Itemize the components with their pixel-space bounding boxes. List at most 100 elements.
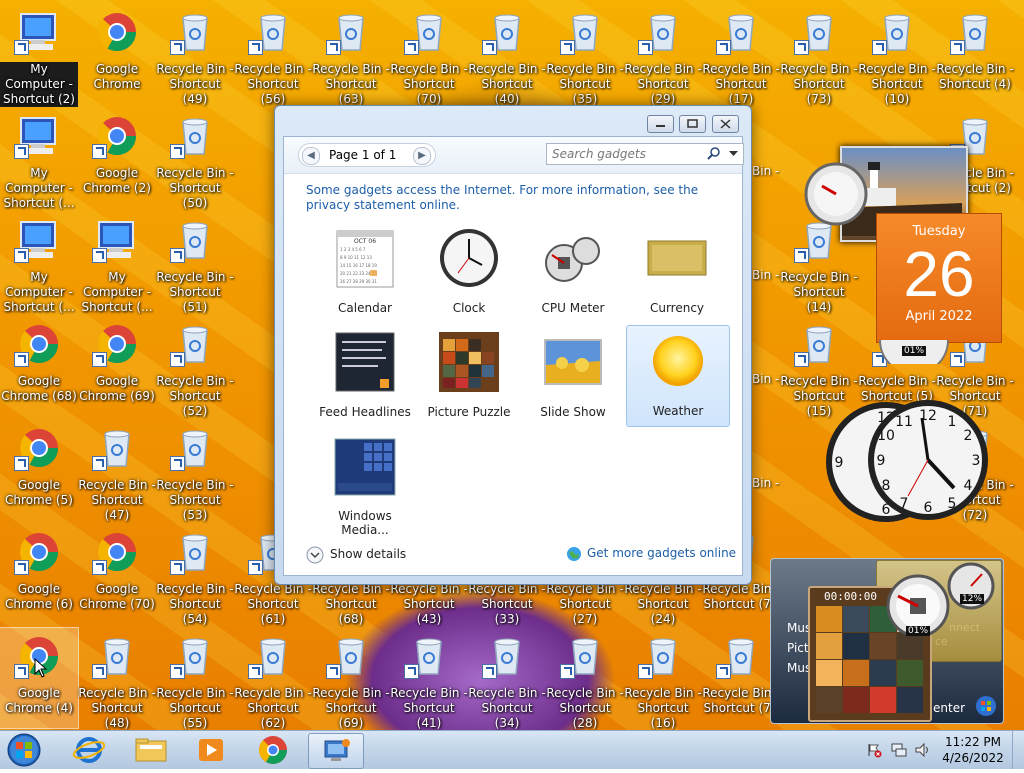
icon-label: Recycle Bin - Shortcut (35) bbox=[546, 62, 624, 106]
desktop-icon-recycle-bin[interactable]: Recycle Bin - Shortcut (53) bbox=[156, 420, 234, 522]
shortcut-arrow-icon bbox=[482, 40, 497, 55]
cpu-meter-gadget-icon[interactable] bbox=[804, 158, 868, 228]
volume-icon[interactable] bbox=[914, 742, 932, 758]
action-center-flag-icon[interactable] bbox=[866, 742, 882, 758]
show-desktop-button[interactable] bbox=[1012, 731, 1024, 769]
desktop-icon-recycle-bin[interactable]: Recycle Bin - Shortcut (56) bbox=[234, 4, 312, 106]
shortcut-arrow-icon bbox=[14, 352, 29, 367]
desktop-icon-recycle-bin[interactable]: Recycle Bin - Shortcut (54) bbox=[156, 524, 234, 626]
gadget-calendar[interactable]: OCT 06 1 2 3 4 5 6 7 8 9 10 11 12 13 14 15 … bbox=[314, 223, 416, 323]
gadget-clock[interactable]: Clock bbox=[418, 223, 520, 323]
desktop[interactable]: My Computer - Shortcut (2) My Computer -… bbox=[0, 0, 1024, 730]
desktop-icon-recycle-bin[interactable]: Recycle Bin - Shortcut (52) bbox=[156, 316, 234, 418]
shortcut-arrow-icon bbox=[794, 40, 809, 55]
desktop-icon-chrome[interactable]: Google Chrome (2) bbox=[78, 108, 156, 208]
previous-page-button[interactable]: ◀ bbox=[302, 147, 320, 165]
gadget-weather[interactable]: Weather bbox=[626, 325, 730, 427]
shortcut-arrow-icon bbox=[170, 40, 185, 55]
shortcut-arrow-icon bbox=[248, 664, 263, 679]
chevron-down-icon[interactable] bbox=[729, 151, 738, 157]
taskbar-internet-explorer[interactable] bbox=[62, 733, 116, 767]
desktop-icon-recycle-bin[interactable]: Recycle Bin - Shortcut (49) bbox=[156, 4, 234, 106]
internet-notice[interactable]: Some gadgets access the Internet. For mo… bbox=[306, 183, 726, 213]
minimize-icon bbox=[656, 125, 665, 127]
minimize-button[interactable] bbox=[647, 115, 674, 133]
desktop-icon-recycle-bin[interactable]: Recycle Bin - Shortcut (62) bbox=[234, 628, 312, 730]
gadget-currency[interactable]: Currency bbox=[626, 223, 728, 323]
restore-button[interactable] bbox=[679, 115, 706, 133]
shortcut-arrow-icon bbox=[794, 248, 809, 263]
gadget-gallery-window[interactable]: ◀ Page 1 of 1 ▶ Search gadgets Some gadg… bbox=[274, 105, 752, 585]
shortcut-arrow-icon bbox=[170, 560, 185, 575]
cpu-meter-gadget[interactable]: 12% bbox=[942, 560, 1000, 610]
start-button[interactable] bbox=[4, 731, 44, 769]
desktop-icon-recycle-bin[interactable]: Recycle Bin - Shortcut (77 bbox=[702, 628, 780, 728]
taskbar-media-player[interactable] bbox=[184, 733, 238, 767]
gadget-cpu-meter[interactable]: CPU Meter bbox=[522, 223, 624, 323]
desktop-icon-recycle-bin[interactable]: Recycle Bin - Shortcut (29) bbox=[624, 4, 702, 106]
desktop-icon-chrome[interactable]: Google Chrome (4) bbox=[0, 627, 79, 729]
desktop-icon-chrome[interactable]: Google Chrome (70) bbox=[78, 524, 156, 624]
globe-icon bbox=[567, 547, 581, 561]
search-icon[interactable] bbox=[707, 147, 721, 161]
search-gadgets-input[interactable]: Search gadgets bbox=[546, 143, 744, 165]
desktop-icon-recycle-bin[interactable]: Recycle Bin - Shortcut (51) bbox=[156, 212, 234, 314]
desktop-icon-chrome[interactable]: Google Chrome (6) bbox=[0, 524, 78, 624]
desktop-icon-recycle-bin[interactable]: Recycle Bin - Shortcut (34) bbox=[468, 628, 546, 730]
desktop-icon-my-computer[interactable]: My Computer - Shortcut (2) bbox=[0, 4, 78, 107]
network-icon[interactable] bbox=[890, 742, 908, 758]
desktop-icon-chrome[interactable]: Google Chrome (5) bbox=[0, 420, 78, 520]
desktop-icon-recycle-bin[interactable]: Recycle Bin - Shortcut (63) bbox=[312, 4, 390, 106]
desktop-icon-recycle-bin[interactable]: Recycle Bin - Shortcut (48) bbox=[78, 628, 156, 730]
desktop-icon-recycle-bin[interactable]: Recycle Bin - Shortcut (40) bbox=[468, 4, 546, 106]
page-label: Page 1 of 1 bbox=[329, 148, 397, 162]
desktop-icon-recycle-bin[interactable]: Recycle Bin - Shortcut (4) bbox=[936, 4, 1014, 104]
desktop-icon-recycle-bin[interactable]: Recycle Bin - Shortcut (35) bbox=[546, 4, 624, 106]
desktop-icon-recycle-bin[interactable]: Recycle Bin - Shortcut (55) bbox=[156, 628, 234, 730]
calendar-gadget[interactable]: Tuesday 26 April 2022 bbox=[876, 213, 1002, 343]
calendar-date: 26 bbox=[903, 238, 975, 310]
desktop-icon-recycle-bin[interactable]: Recycle Bin - Shortcut (50) bbox=[156, 108, 234, 210]
close-button[interactable] bbox=[712, 115, 739, 133]
desktop-icon-recycle-bin[interactable]: Recycle Bin - Shortcut (70) bbox=[390, 4, 468, 106]
shortcut-arrow-icon bbox=[92, 560, 107, 575]
media-player-icon bbox=[199, 739, 223, 761]
desktop-icon-recycle-bin[interactable]: Recycle Bin - Shortcut (73) bbox=[780, 4, 858, 106]
taskbar-desktop-gadgets[interactable] bbox=[308, 733, 364, 769]
gadget-slide-show[interactable]: Slide Show bbox=[522, 327, 624, 427]
gadgets-icon bbox=[324, 739, 350, 761]
icon-label: Recycle Bin - Shortcut (50) bbox=[156, 166, 234, 210]
desktop-icon-my-computer[interactable]: My Computer - Shortcut (... bbox=[0, 212, 78, 314]
desktop-icon-recycle-bin[interactable]: Recycle Bin - Shortcut (47) bbox=[78, 420, 156, 522]
calendar-thumb-month: OCT 06 bbox=[354, 238, 376, 245]
taskbar-google-chrome[interactable] bbox=[246, 733, 300, 767]
desktop-icon-recycle-bin[interactable]: Recycle Bin - Shortcut (17) bbox=[702, 4, 780, 106]
clock-gadget-icon[interactable]: 12369578 410 2111 bbox=[864, 396, 992, 524]
desktop-icon-recycle-bin[interactable]: Recycle Bin - Shortcut (16) bbox=[624, 628, 702, 730]
desktop-icon-recycle-bin[interactable]: Recycle Bin - Shortcut (10) bbox=[858, 4, 936, 106]
gadget-feed-headlines[interactable]: Feed Headlines bbox=[314, 327, 416, 427]
next-page-button[interactable]: ▶ bbox=[413, 147, 431, 165]
icon-label: Recycle Bin - Shortcut (61) bbox=[234, 582, 312, 626]
icon-label: Recycle Bin - Shortcut (40) bbox=[468, 62, 546, 106]
taskbar-file-explorer[interactable] bbox=[124, 733, 178, 767]
icon-label: Recycle Bin - Shortcut (47) bbox=[78, 478, 156, 522]
desktop-icon-my-computer[interactable]: My Computer - Shortcut (... bbox=[0, 108, 78, 210]
desktop-icon-recycle-bin[interactable]: Recycle Bin - Shortcut (41) bbox=[390, 628, 468, 730]
desktop-icon-chrome[interactable]: Google Chrome bbox=[78, 4, 156, 104]
icon-label: My Computer - Shortcut (... bbox=[3, 166, 75, 210]
desktop-icon-chrome[interactable]: Google Chrome (69) bbox=[78, 316, 156, 416]
mouse-cursor-icon bbox=[34, 658, 48, 678]
desktop-icon-recycle-bin[interactable]: Recycle Bin - Shortcut (69) bbox=[312, 628, 390, 730]
desktop-icon-my-computer[interactable]: My Computer - Shortcut (... bbox=[78, 212, 156, 314]
media-menu-item[interactable]: Pict bbox=[787, 641, 809, 655]
gadget-picture-puzzle[interactable]: Picture Puzzle bbox=[418, 327, 520, 427]
desktop-icon-chrome[interactable]: Google Chrome (68) bbox=[0, 316, 78, 416]
cpu-meter-gadget[interactable]: 01% bbox=[876, 338, 952, 375]
gadget-label: Calendar bbox=[338, 301, 392, 315]
system-clock[interactable]: 11:22 PM 4/26/2022 bbox=[938, 734, 1008, 766]
gadget-windows-media-center[interactable]: Windows Media... bbox=[314, 431, 416, 537]
desktop-icon-recycle-bin[interactable]: Recycle Bin - Shortcut (28) bbox=[546, 628, 624, 730]
icon-label: Recycle Bin - Shortcut (51) bbox=[156, 270, 234, 314]
shortcut-arrow-icon bbox=[14, 40, 29, 55]
